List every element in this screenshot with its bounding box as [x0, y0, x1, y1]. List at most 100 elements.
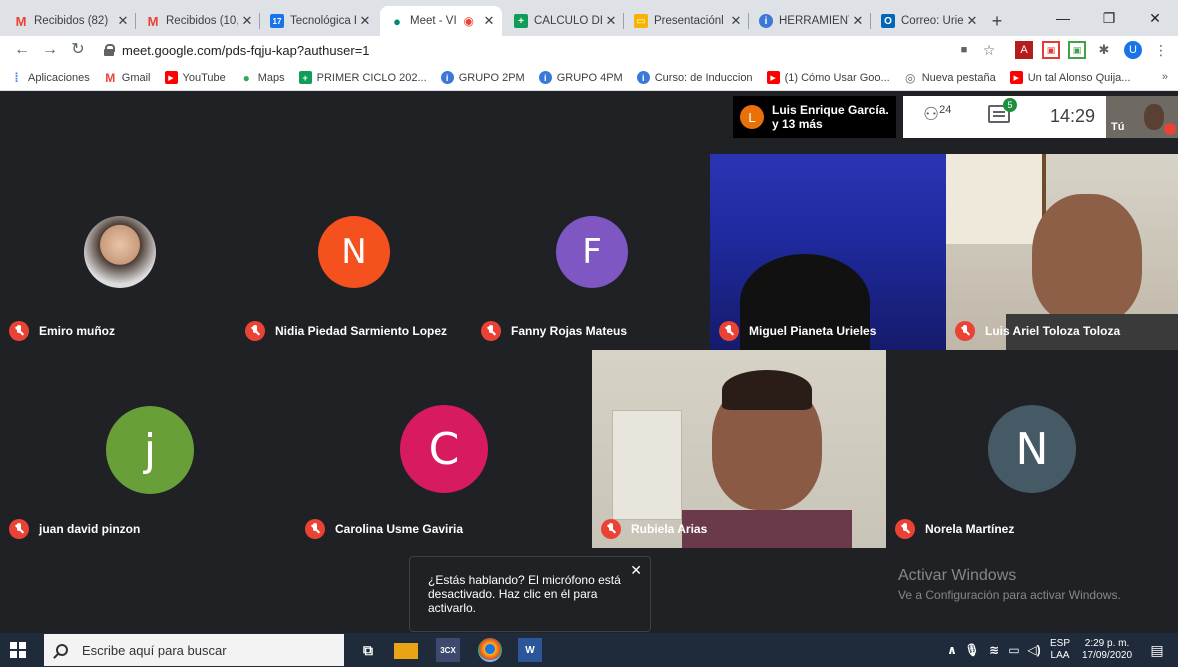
tab-sheets[interactable]: + CALCULO DE N ✕ [504, 6, 624, 36]
mic-off-icon [245, 321, 265, 341]
self-view[interactable]: Tú [1106, 96, 1178, 138]
mic-icon[interactable]: 🎙︎ [960, 638, 984, 662]
taskbar-search-box[interactable]: Escribe aquí para buscar [44, 634, 344, 666]
new-tab-button[interactable]: + [985, 10, 1009, 32]
close-tab-icon[interactable]: ✕ [356, 13, 374, 29]
bookmark-grupo-2pm[interactable]: i GRUPO 2PM [440, 71, 525, 84]
initial-avatar: C [400, 405, 488, 493]
participant-name: Miguel Pianeta Urieles [749, 324, 877, 338]
bookmark-primer-ciclo[interactable]: + PRIMER CICLO 202... [298, 71, 427, 84]
close-tab-icon[interactable]: ✕ [480, 13, 498, 29]
bookmark-como-usar[interactable]: ▶ (1) Cómo Usar Goo... [766, 71, 890, 84]
tab-meet[interactable]: ● Meet - VI ◉ ✕ [380, 6, 502, 36]
taskbar-clock[interactable]: 2:29 p. m. 17/09/2020 [1076, 633, 1138, 667]
pdf-extension-icon[interactable]: A [1015, 41, 1033, 59]
bookmark-gmail[interactable]: M Gmail [104, 71, 150, 85]
participant-name-tag: Fanny Rojas Mateus [481, 321, 627, 341]
tab-moodle[interactable]: i HERRAMIENTA ✕ [749, 6, 871, 36]
more-bookmarks-icon[interactable]: » [1162, 71, 1168, 83]
participant-name-tag: Rubiela Arias [601, 519, 707, 539]
tab-gmail-1[interactable]: M Recibidos (82) ✕ [4, 6, 136, 36]
extension-icon[interactable]: ▣ [1068, 41, 1086, 59]
task-view-icon[interactable]: ⧉ [356, 638, 380, 662]
reload-icon[interactable]: ↻ [66, 39, 90, 61]
close-tab-icon[interactable]: ✕ [114, 13, 132, 29]
menu-icon[interactable]: ⋮ [1152, 41, 1170, 59]
bookmark-curso[interactable]: i Curso: de Induccion [636, 71, 753, 84]
youtube-icon: ▶ [164, 71, 178, 84]
participant-tile[interactable]: j juan david pinzon [0, 350, 296, 548]
tab-slides[interactable]: ▭ Presentaciónl ✕ [624, 6, 749, 36]
close-icon[interactable]: ✕ [630, 563, 642, 577]
restore-button[interactable]: ❐ [1086, 6, 1132, 30]
participant-tile[interactable]: N Nidia Piedad Sarmiento Lopez [236, 154, 472, 350]
participant-tile[interactable]: C Carolina Usme Gaviria [296, 350, 592, 548]
bookmark-grupo-4pm[interactable]: i GRUPO 4PM [538, 71, 623, 84]
chrome-icon[interactable] [478, 638, 502, 662]
close-tab-icon[interactable]: ✕ [849, 13, 867, 29]
close-tab-icon[interactable]: ✕ [963, 13, 981, 29]
word-icon[interactable]: W [518, 638, 542, 662]
close-tab-icon[interactable]: ✕ [602, 13, 620, 29]
back-icon[interactable]: ← [10, 39, 34, 61]
presenter-avatar: L [740, 105, 764, 129]
star-icon[interactable]: ☆ [980, 41, 998, 59]
presenter-chip[interactable]: L Luis Enrique García. y 13 más [733, 96, 896, 138]
bookmark-label: GRUPO 2PM [458, 71, 525, 84]
self-label: Tú [1111, 121, 1125, 133]
participant-video-tile[interactable]: Miguel Pianeta Urieles [710, 154, 946, 350]
gmail-icon: M [147, 13, 159, 29]
close-window-button[interactable]: ✕ [1132, 6, 1178, 30]
tab-outlook[interactable]: O Correo: Uriel A ✕ [871, 6, 985, 36]
participant-tile[interactable]: Emiro muñoz [0, 154, 236, 350]
participant-name: Emiro muñoz [39, 324, 116, 338]
camera-icon[interactable]: ■ [955, 41, 973, 59]
participant-name: Luis Ariel Toloza Toloza [985, 324, 1121, 338]
language-indicator[interactable]: ESP LAA [1046, 633, 1074, 667]
chrome-icon: ◎ [904, 70, 916, 85]
tab-title: Recibidos (10,0 [166, 15, 238, 27]
extension-icon[interactable]: ▣ [1042, 41, 1060, 59]
tab-calendar[interactable]: 17 Tecnológica FI ✕ [260, 6, 378, 36]
participant-name: Nidia Piedad Sarmiento Lopez [275, 324, 448, 338]
bookmark-maps[interactable]: ● Maps [240, 71, 285, 85]
participant-name: juan david pinzon [39, 522, 141, 536]
notification-icon[interactable]: ▤ [1145, 638, 1169, 662]
mic-off-icon [895, 519, 915, 539]
apps-grid-icon: ⁞ [14, 70, 19, 85]
minimize-button[interactable]: — [1040, 6, 1086, 30]
close-tab-icon[interactable]: ✕ [238, 13, 256, 29]
bookmark-label: PRIMER CICLO 202... [316, 71, 427, 84]
windows-taskbar: Escribe aquí para buscar ⧉ 3CX W ∧ 🎙︎ ≋ … [0, 633, 1178, 667]
windows-start-icon[interactable] [10, 642, 26, 658]
file-explorer-icon[interactable] [394, 643, 418, 659]
participant-video-tile[interactable]: Rubiela Arias [592, 350, 886, 548]
close-tab-icon[interactable]: ✕ [727, 13, 745, 29]
participant-name-tag: juan david pinzon [9, 519, 140, 539]
bookmark-apps[interactable]: ⁞ Aplicaciones [10, 70, 89, 85]
initial-avatar: N [318, 216, 390, 288]
bookmark-label: (1) Cómo Usar Goo... [784, 71, 890, 84]
bookmark-alonso[interactable]: ▶ Un tal Alonso Quija... [1009, 71, 1130, 84]
people-button[interactable]: ⚇24 [923, 104, 951, 125]
bookmark-label: Curso: de Induccion [654, 71, 753, 84]
initial-avatar: N [988, 405, 1076, 493]
participant-tile[interactable]: F Fanny Rojas Mateus [472, 154, 710, 350]
tab-gmail-2[interactable]: M Recibidos (10,0 ✕ [136, 6, 260, 36]
participant-hair [722, 370, 812, 410]
bookmark-nueva-pestana[interactable]: ◎ Nueva pestaña [904, 70, 996, 85]
participant-name-tag: Luis Ariel Toloza Toloza [955, 321, 1120, 341]
address-bar[interactable]: meet.google.com/pds-fqju-kap?authuser=1 [104, 39, 934, 61]
puzzle-icon[interactable]: ✱ [1095, 41, 1113, 59]
profile-avatar[interactable]: U [1124, 41, 1142, 59]
forward-icon[interactable]: → [38, 39, 62, 61]
participant-video-tile[interactable]: Luis Ariel Toloza Toloza [946, 154, 1178, 350]
moodle-icon: i [440, 71, 454, 84]
gmail-icon: M [15, 13, 27, 29]
sheets-icon: + [298, 71, 312, 84]
bookmark-youtube[interactable]: ▶ YouTube [164, 71, 226, 84]
3cx-icon[interactable]: 3CX [436, 638, 460, 662]
tab-title: Recibidos (82) [34, 15, 109, 27]
volume-icon[interactable]: ◁) [1022, 638, 1046, 662]
participant-tile[interactable]: N Norela Martínez [886, 350, 1178, 548]
